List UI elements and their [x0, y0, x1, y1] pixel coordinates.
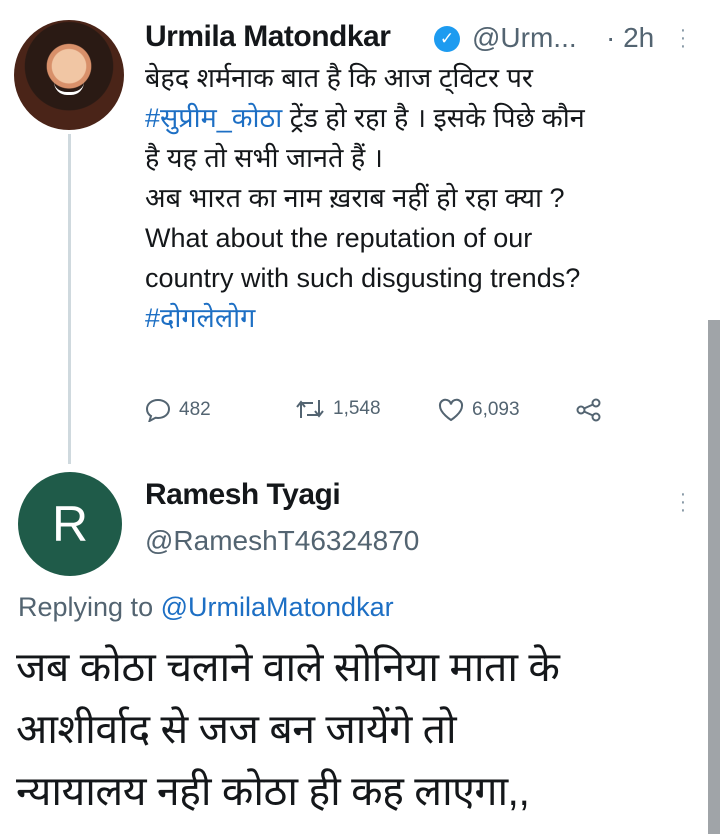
share-button[interactable] [576, 398, 602, 422]
reply-author-avatar[interactable]: R [18, 472, 122, 576]
tweet-timestamp[interactable]: · 2h [606, 22, 654, 54]
reply-author-handle[interactable]: @RameshT46324870 [145, 525, 419, 557]
tweet-text-line: अब भारत का नाम ख़राब नहीं हो रहा क्या ? [145, 183, 565, 213]
reply-count: 482 [179, 399, 211, 420]
reply-text-line: आशीर्वाद से जज बन जायेंगे तो [16, 706, 457, 752]
like-button[interactable]: 6,093 [438, 398, 520, 422]
hashtag-link[interactable]: #सुप्रीम_कोठा [145, 103, 282, 133]
author-avatar[interactable] [14, 20, 124, 130]
author-name[interactable]: Urmila Matondkar [145, 20, 391, 54]
more-options-icon[interactable]: · · · [678, 20, 688, 56]
tweet-text-line: बेहद शर्मनाक बात है कि आज ट्विटर पर [145, 63, 533, 93]
avatar-photo [54, 82, 84, 95]
retweet-count: 1,548 [333, 398, 381, 419]
verified-badge-icon: ✓ [434, 26, 460, 52]
tweet-text-line: What about the reputation of our [145, 223, 533, 253]
hashtag-link[interactable]: #दोगलेलोग [145, 298, 255, 338]
replying-to-label: Replying to @UrmilaMatondkar [18, 592, 394, 622]
tweet-text-line: #सुप्रीम_कोठा ट्रेंड हो रहा है । इसके पि… [145, 103, 585, 133]
like-count: 6,093 [472, 399, 520, 420]
thread-connector-line [68, 134, 71, 464]
replying-to-handle-link[interactable]: @UrmilaMatondkar [161, 592, 394, 622]
author-handle[interactable]: @Urm... [472, 22, 577, 54]
reply-text-line: न्यायालय नही कोठा ही कह लाएगा,, [16, 768, 530, 814]
tweet-text-line: country with such disgusting trends? [145, 263, 581, 293]
reply-author-name[interactable]: Ramesh Tyagi [145, 478, 341, 512]
heart-icon [438, 398, 464, 422]
reply-icon [145, 398, 171, 422]
more-options-icon[interactable]: · · · [678, 484, 688, 520]
retweet-button[interactable]: 1,548 [295, 398, 381, 420]
reply-button[interactable]: 482 [145, 398, 211, 422]
retweet-icon [296, 400, 324, 418]
scrollbar[interactable] [708, 320, 720, 834]
share-icon [576, 398, 601, 422]
tweet-text-line: है यह तो सभी जानते हैं । [145, 143, 383, 173]
reply-text-line: जब कोठा चलाने वाले सोनिया माता के [16, 644, 560, 690]
